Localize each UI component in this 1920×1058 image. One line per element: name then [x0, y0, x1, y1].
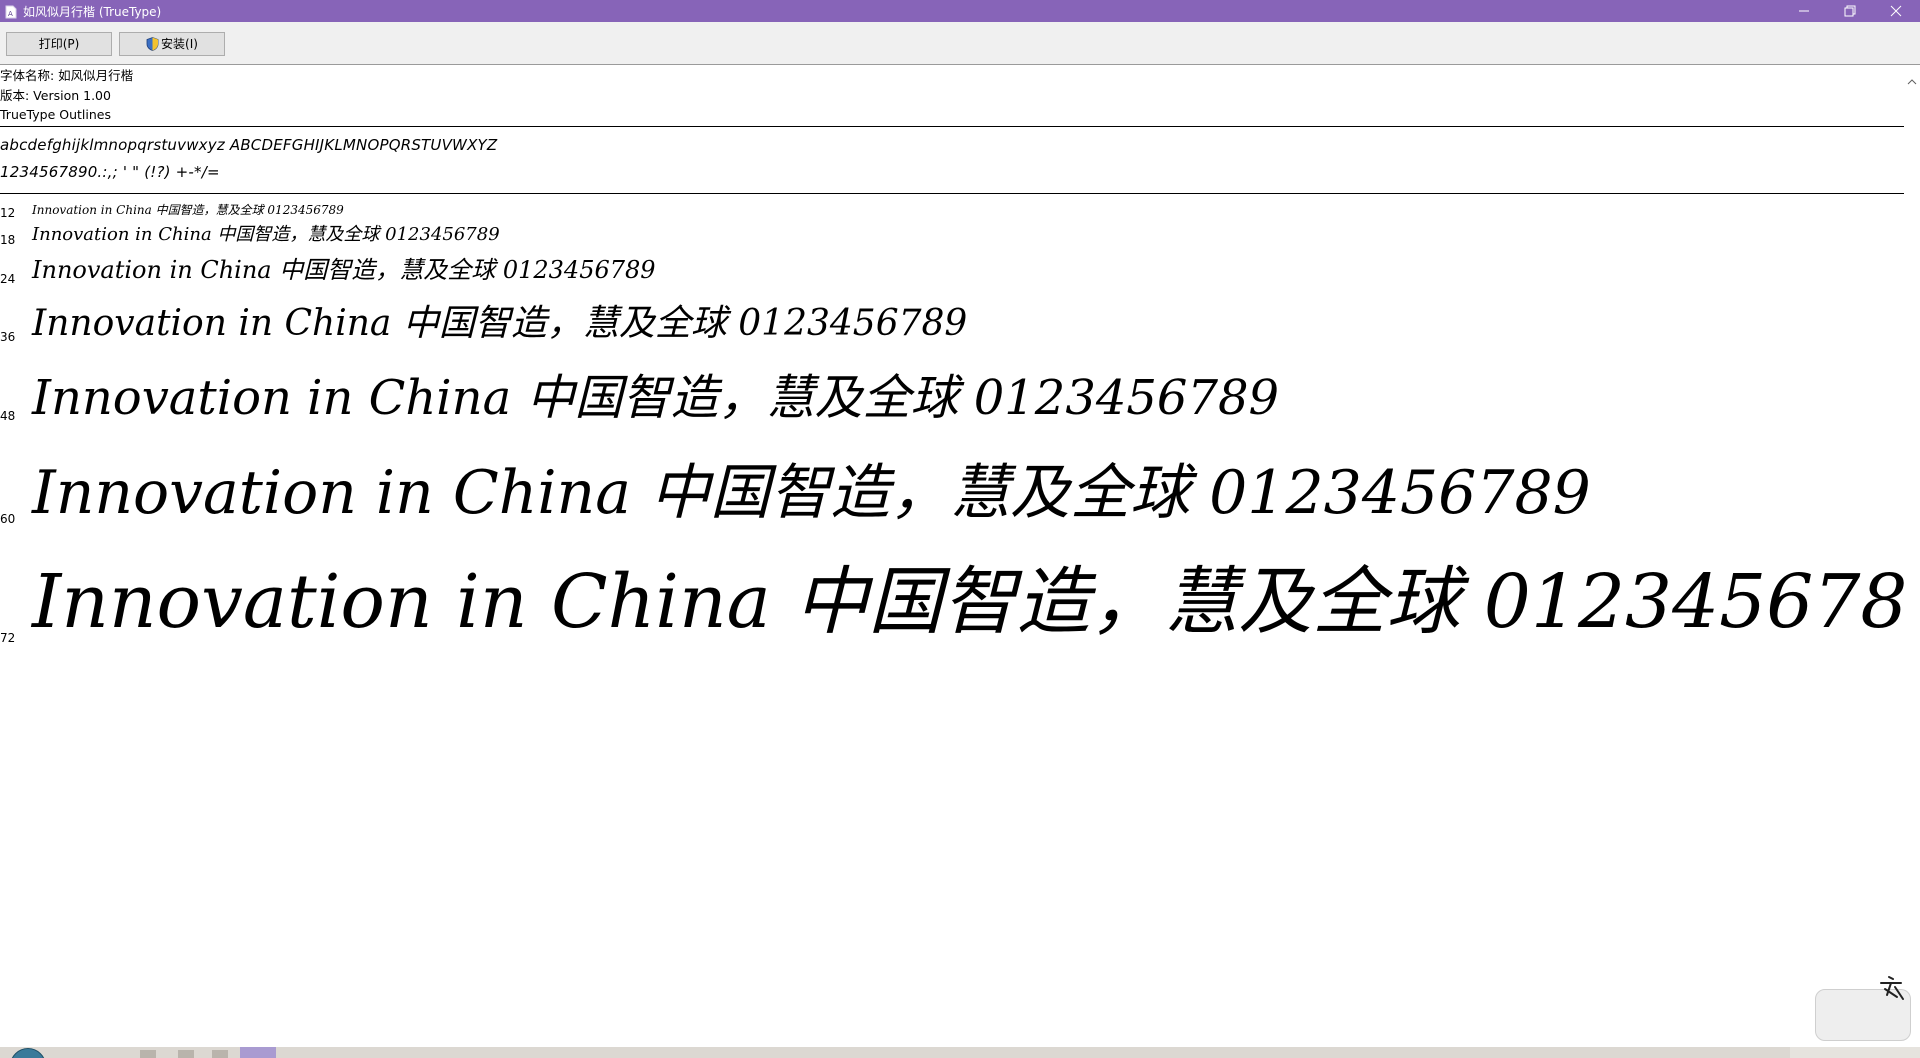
title-bar: A 如风似月行楷 (TrueType) — [0, 0, 1920, 22]
sample-text: Innovation in China 中国智造，慧及全球 0123456789 — [32, 458, 1591, 528]
charset-symbols: 1234567890.:,; ' " (!?) +-*/= — [0, 163, 220, 181]
size-label: 12 — [0, 206, 16, 220]
font-name-line: 字体名称: 如风似月行楷 — [0, 68, 134, 83]
floating-glyph-icon — [1875, 975, 1907, 1009]
sample-row-48: 48 Innovation in China 中国智造，慧及全球 0123456… — [0, 366, 1904, 428]
charset-letters: abcdefghijklmnopqrstuvwxyz ABCDEFGHIJKLM… — [0, 136, 498, 154]
size-label: 36 — [0, 330, 16, 344]
print-button[interactable]: 打印(P) — [6, 32, 112, 56]
install-button[interactable]: 安装(I) — [119, 32, 225, 56]
sample-row-24: 24 Innovation in China 中国智造，慧及全球 0123456… — [0, 254, 1904, 290]
taskbar-app-icon[interactable] — [178, 1050, 194, 1058]
sample-text: Innovation in China 中国智造，慧及全球 0123456789 — [32, 256, 656, 284]
minimize-icon — [1799, 10, 1809, 12]
maximize-icon — [1844, 5, 1856, 17]
divider — [0, 126, 1904, 127]
sample-row-60: 60 Innovation in China 中国智造，慧及全球 0123456… — [0, 454, 1904, 532]
sample-row-12: 12 Innovation in China 中国智造，慧及全球 0123456… — [0, 202, 1904, 222]
sample-row-18: 18 Innovation in China 中国智造，慧及全球 0123456… — [0, 224, 1904, 250]
font-info: 字体名称: 如风似月行楷 版本: Version 1.00 TrueType O… — [0, 66, 133, 125]
system-tray — [1790, 1047, 1920, 1058]
taskbar-app-icon[interactable] — [140, 1050, 156, 1058]
size-label: 18 — [0, 233, 16, 247]
maximize-button[interactable] — [1827, 0, 1873, 22]
close-icon — [1890, 5, 1902, 17]
start-button[interactable] — [10, 1048, 46, 1058]
shield-icon — [146, 36, 159, 58]
sample-row-36: 36 Innovation in China 中国智造，慧及全球 0123456… — [0, 300, 1904, 348]
taskbar — [0, 1047, 1920, 1058]
floating-widget[interactable] — [1815, 975, 1920, 1047]
minimize-button[interactable] — [1781, 0, 1827, 22]
size-label: 72 — [0, 631, 16, 645]
svg-text:A: A — [8, 10, 13, 18]
size-label: 48 — [0, 409, 16, 423]
font-version-line: 版本: Version 1.00 — [0, 87, 111, 103]
taskbar-active-app[interactable] — [240, 1047, 276, 1058]
sample-text: Innovation in China 中国智造，慧及全球 0123456789 — [32, 224, 500, 245]
sample-text: Innovation in China 中国智造，慧及全球 0123456789 — [32, 203, 344, 217]
font-outline-line: TrueType Outlines — [0, 107, 111, 122]
taskbar-app-icon[interactable] — [212, 1050, 228, 1058]
close-button[interactable] — [1873, 0, 1919, 22]
sample-text: Innovation in China 中国智造，慧及全球 0123456789 — [32, 559, 1904, 645]
font-file-icon: A — [5, 4, 17, 19]
divider — [0, 193, 1904, 194]
sample-row-72: 72 Innovation in China 中国智造，慧及全球 0123456… — [0, 556, 1904, 652]
install-button-label: 安装(I) — [161, 37, 198, 51]
scroll-up-arrow-icon[interactable] — [1907, 71, 1917, 90]
size-label: 60 — [0, 512, 16, 526]
vertical-scrollbar[interactable] — [1904, 65, 1920, 1047]
sample-text: Innovation in China 中国智造，慧及全球 0123456789 — [32, 303, 968, 344]
window-title: 如风似月行楷 (TrueType) — [23, 5, 162, 19]
toolbar: 打印(P) 安装(I) — [0, 22, 1920, 65]
sample-text: Innovation in China 中国智造，慧及全球 0123456789 — [32, 370, 1280, 426]
font-viewer-window: A 如风似月行楷 (TrueType) 打印(P) 安装(I) 字体名称: 如风… — [0, 0, 1920, 1047]
size-label: 24 — [0, 272, 16, 286]
